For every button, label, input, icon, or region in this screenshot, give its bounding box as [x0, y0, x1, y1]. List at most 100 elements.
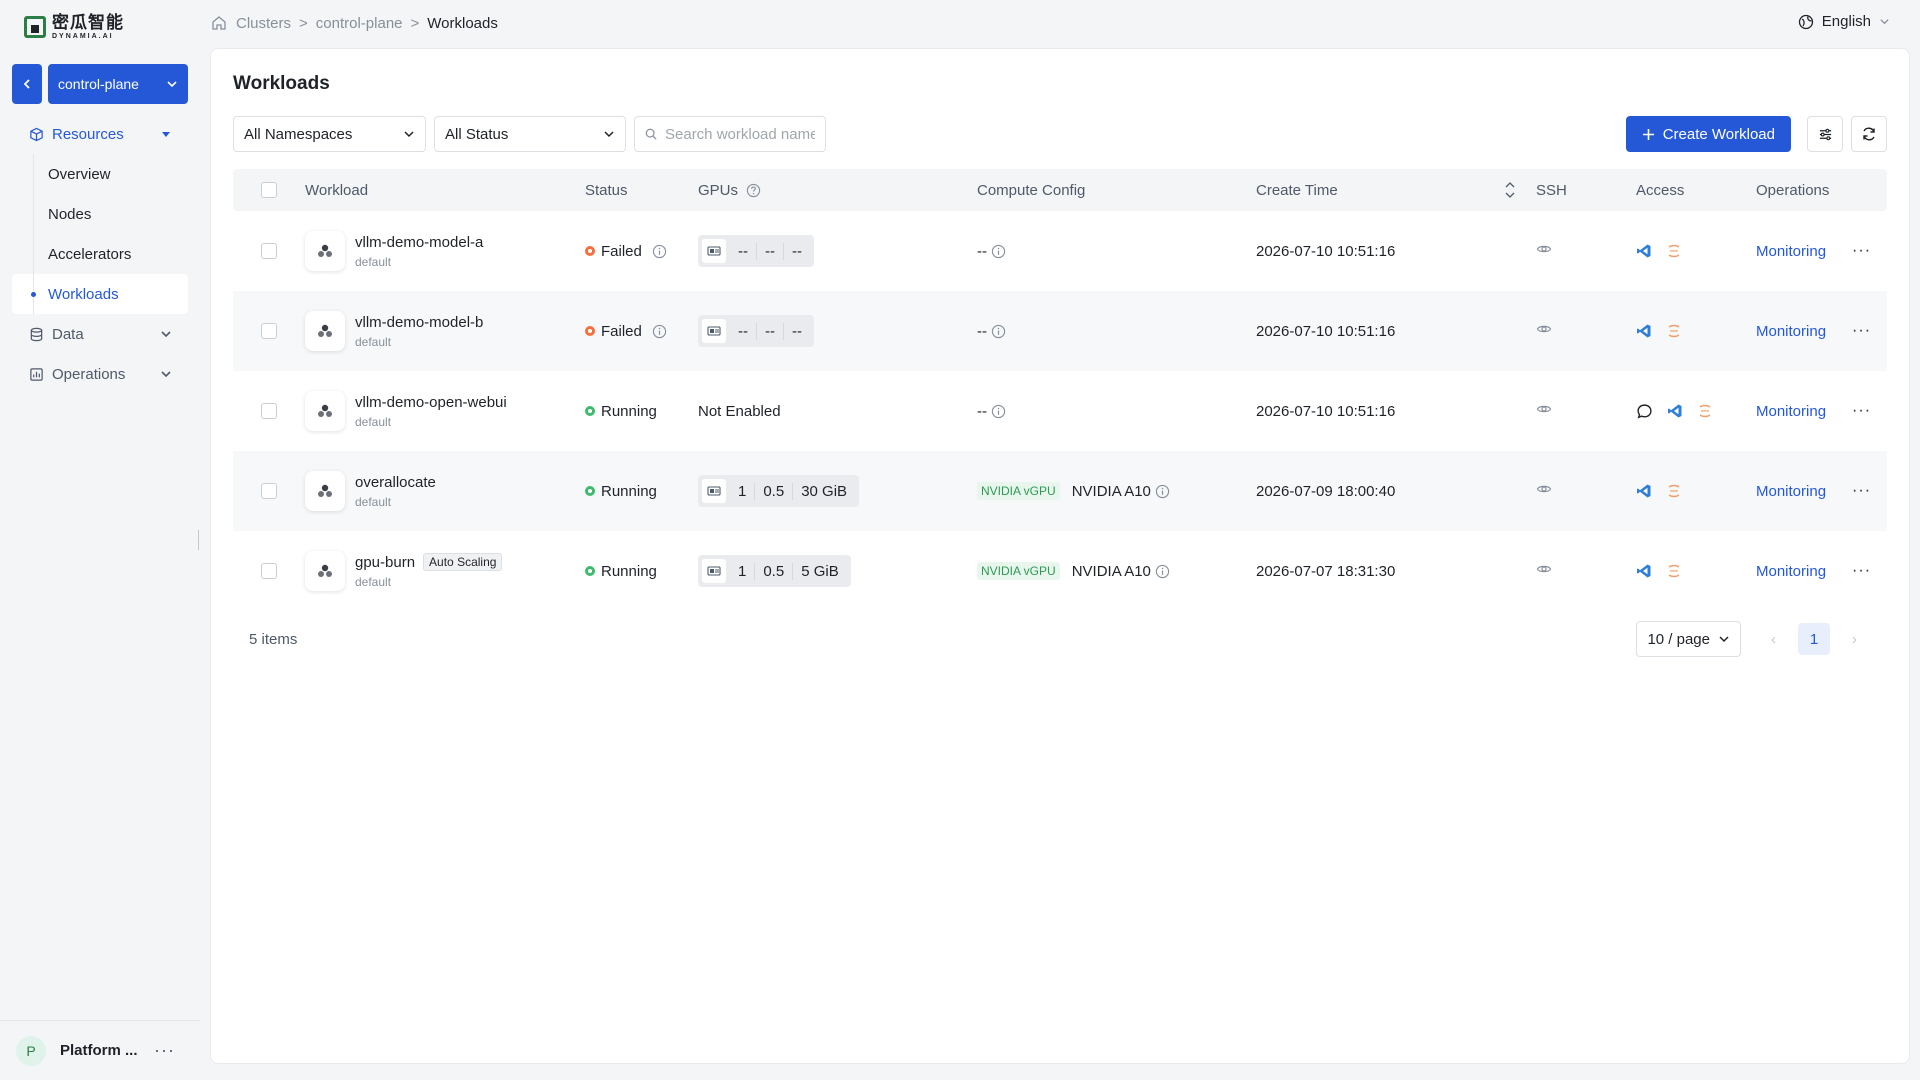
- monitoring-link[interactable]: Monitoring: [1756, 243, 1826, 260]
- sidebar-resize-handle[interactable]: [198, 530, 200, 550]
- sidebar-group-data[interactable]: Data: [12, 314, 188, 354]
- workload-name[interactable]: gpu-burn: [355, 554, 415, 571]
- status-badge: Running: [585, 483, 698, 500]
- row-checkbox[interactable]: [261, 243, 277, 259]
- sort-icon[interactable]: [1504, 180, 1516, 200]
- sidebar-item-workloads[interactable]: Workloads: [12, 274, 188, 314]
- column-settings-button[interactable]: [1807, 116, 1843, 152]
- info-icon[interactable]: [1155, 484, 1170, 499]
- refresh-button[interactable]: [1851, 116, 1887, 152]
- monitoring-link[interactable]: Monitoring: [1756, 483, 1826, 500]
- row-checkbox[interactable]: [261, 323, 277, 339]
- page-size-select[interactable]: 10 / page: [1636, 621, 1741, 657]
- info-icon[interactable]: [991, 244, 1006, 259]
- compute-config: --: [977, 243, 1256, 260]
- table-row: vllm-demo-model-b default Failed -- -- -- -- 20…: [233, 291, 1887, 371]
- row-checkbox[interactable]: [261, 483, 277, 499]
- create-workload-button[interactable]: Create Workload: [1625, 116, 1791, 152]
- view-icon[interactable]: [1536, 321, 1552, 337]
- chat-icon[interactable]: [1636, 403, 1653, 420]
- vscode-icon[interactable]: [1636, 483, 1652, 499]
- filter-bar: All Namespaces All Status: [233, 116, 826, 152]
- more-icon[interactable]: ···: [1852, 562, 1871, 580]
- more-icon[interactable]: ···: [1852, 322, 1871, 340]
- vscode-icon[interactable]: [1667, 403, 1683, 419]
- view-icon[interactable]: [1536, 241, 1552, 257]
- main-panel: Workloads All Namespaces All Status Crea…: [210, 48, 1910, 1064]
- jupyter-icon[interactable]: [1666, 243, 1682, 259]
- vscode-icon[interactable]: [1636, 243, 1652, 259]
- next-page-icon[interactable]: ›: [1852, 631, 1857, 648]
- select-all-checkbox[interactable]: [261, 182, 277, 198]
- info-icon[interactable]: [991, 324, 1006, 339]
- jupyter-icon[interactable]: [1666, 323, 1682, 339]
- vscode-icon[interactable]: [1636, 563, 1652, 579]
- breadcrumb-clusters[interactable]: Clusters: [236, 15, 291, 32]
- sidebar: 密瓜智能 DYNAMIA.AI control-plane Resources …: [0, 0, 200, 1080]
- search-input[interactable]: [665, 125, 815, 143]
- page-number[interactable]: 1: [1798, 623, 1830, 655]
- sidebar-item-nodes[interactable]: Nodes: [12, 194, 188, 234]
- monitoring-link[interactable]: Monitoring: [1756, 563, 1826, 580]
- workload-cell: vllm-demo-model-b default: [305, 311, 585, 351]
- breadcrumb-current: Workloads: [427, 14, 498, 32]
- help-icon[interactable]: [746, 183, 761, 198]
- cluster-select[interactable]: control-plane: [48, 64, 188, 104]
- sidebar-item-accelerators[interactable]: Accelerators: [12, 234, 188, 274]
- brand-logo[interactable]: 密瓜智能 DYNAMIA.AI: [24, 14, 124, 40]
- monitoring-link[interactable]: Monitoring: [1756, 403, 1826, 420]
- page-size-value: 10 / page: [1647, 630, 1710, 648]
- workload-icon: [305, 391, 345, 431]
- sidebar-group-operations[interactable]: Operations: [12, 354, 188, 394]
- access-icons: [1636, 563, 1756, 579]
- monitoring-link[interactable]: Monitoring: [1756, 323, 1826, 340]
- status-dot-icon: [585, 406, 595, 416]
- language-select[interactable]: English: [1798, 13, 1890, 30]
- prev-page-icon[interactable]: ‹: [1771, 631, 1776, 648]
- namespace-select[interactable]: All Namespaces: [233, 116, 426, 152]
- workload-name[interactable]: vllm-demo-model-a: [355, 234, 483, 251]
- more-icon[interactable]: ···: [1852, 482, 1871, 500]
- gpu-value: --: [730, 322, 757, 340]
- workload-name[interactable]: overallocate: [355, 474, 436, 491]
- more-icon[interactable]: ···: [1852, 402, 1871, 420]
- table-footer: 5 items 10 / page ‹ 1 ›: [233, 619, 1887, 659]
- more-icon[interactable]: ···: [1852, 242, 1871, 260]
- gpu-icon: [702, 239, 726, 263]
- view-icon[interactable]: [1536, 561, 1552, 577]
- jupyter-icon[interactable]: [1666, 563, 1682, 579]
- row-checkbox[interactable]: [261, 403, 277, 419]
- caret-down-icon: [162, 132, 170, 137]
- info-icon[interactable]: [1155, 564, 1170, 579]
- status-select[interactable]: All Status: [434, 116, 626, 152]
- view-icon[interactable]: [1536, 401, 1552, 417]
- header-workload: Workload: [305, 181, 369, 199]
- info-icon[interactable]: [991, 404, 1006, 419]
- workload-name[interactable]: vllm-demo-open-webui: [355, 394, 507, 411]
- avatar[interactable]: P: [16, 1035, 46, 1066]
- breadcrumb-cluster[interactable]: control-plane: [316, 15, 403, 32]
- jupyter-icon[interactable]: [1697, 403, 1713, 419]
- home-icon[interactable]: [210, 14, 228, 32]
- status-badge: Failed: [585, 243, 698, 260]
- compute-config-value: NVIDIA A10: [1071, 482, 1151, 500]
- workload-icon: [305, 471, 345, 511]
- vscode-icon[interactable]: [1636, 323, 1652, 339]
- row-checkbox[interactable]: [261, 563, 277, 579]
- workload-name[interactable]: vllm-demo-model-b: [355, 314, 483, 331]
- view-icon[interactable]: [1536, 481, 1552, 497]
- header-gpus: GPUs: [698, 182, 977, 199]
- header-create-time[interactable]: Create Time: [1256, 180, 1536, 200]
- info-icon[interactable]: [652, 244, 667, 259]
- info-icon[interactable]: [652, 324, 667, 339]
- chevron-down-icon: [167, 81, 177, 88]
- create-time: 2026-07-07 18:31:30: [1256, 562, 1396, 580]
- settings-sliders-icon: [1819, 128, 1831, 140]
- jupyter-icon[interactable]: [1666, 483, 1682, 499]
- gpu-value: --: [757, 242, 784, 260]
- sidebar-group-resources[interactable]: Resources: [12, 114, 188, 154]
- back-button[interactable]: [12, 64, 42, 104]
- status-text: Running: [601, 482, 657, 500]
- more-icon[interactable]: ···: [154, 1040, 175, 1061]
- sidebar-item-overview[interactable]: Overview: [12, 154, 188, 194]
